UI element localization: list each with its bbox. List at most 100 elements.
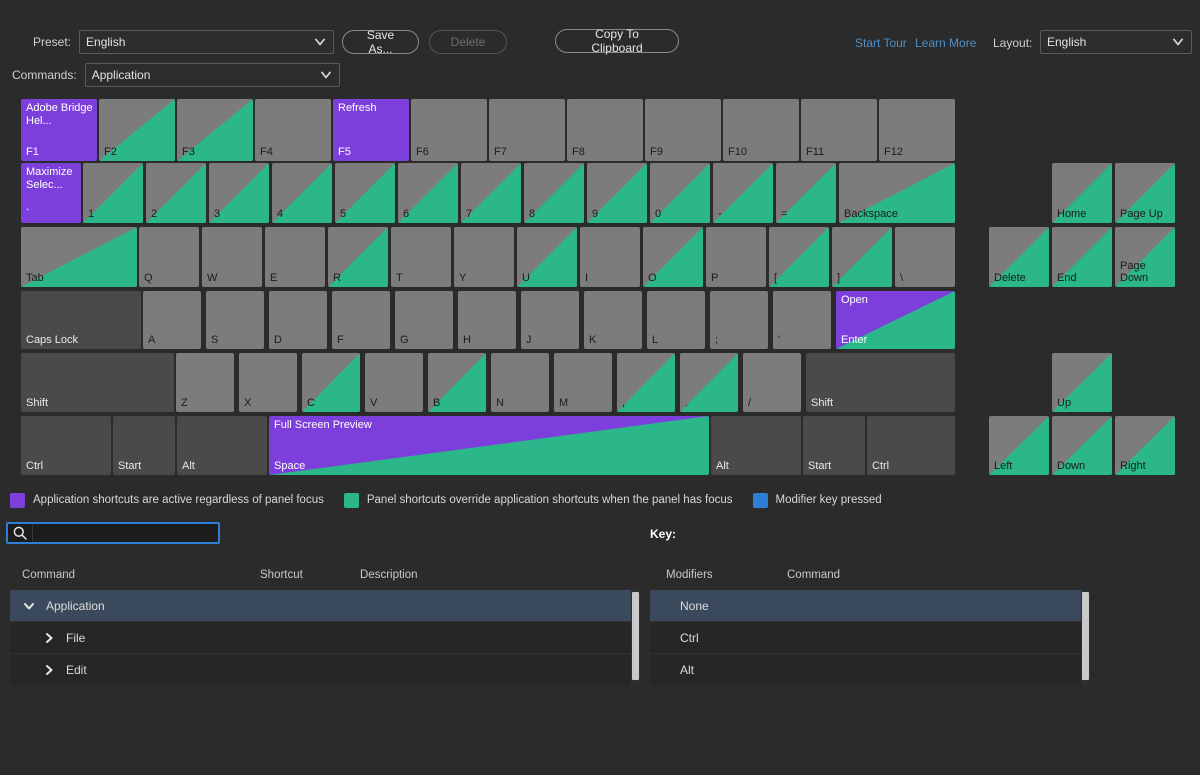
key-f3[interactable]: F3 [177,99,253,161]
key-f9[interactable]: F9 [645,99,721,161]
key-v[interactable]: V [365,353,423,412]
key-f6[interactable]: F6 [411,99,487,161]
key-[interactable]: = [776,163,836,223]
key-8[interactable]: 8 [524,163,584,223]
key-delete[interactable]: Delete [989,227,1049,287]
key-f4[interactable]: F4 [255,99,331,161]
list-item[interactable]: None [650,590,1090,622]
key-p[interactable]: P [706,227,766,287]
key-f1[interactable]: Adobe Bridge Hel...F1 [21,99,97,161]
key-t[interactable]: T [391,227,451,287]
key-9[interactable]: 9 [587,163,647,223]
key-[interactable]: , [617,353,675,412]
list-item[interactable]: Ctrl [650,622,1090,654]
key-w[interactable]: W [202,227,262,287]
key-f12[interactable]: F12 [879,99,955,161]
key-i[interactable]: I [580,227,640,287]
scrollbar-left[interactable] [631,590,640,685]
key-e[interactable]: E [265,227,325,287]
key-6[interactable]: 6 [398,163,458,223]
key-alt[interactable]: Alt [711,416,801,475]
key-backspace[interactable]: Backspace [839,163,955,223]
key-o[interactable]: O [643,227,703,287]
key-d[interactable]: D [269,291,327,349]
key-q[interactable]: Q [139,227,199,287]
key-5[interactable]: 5 [335,163,395,223]
chevron-down-icon[interactable] [22,599,36,613]
key-z[interactable]: Z [176,353,234,412]
key-home[interactable]: Home [1052,163,1112,223]
key-b[interactable]: B [428,353,486,412]
key-f2[interactable]: F2 [99,99,175,161]
key-page-down[interactable]: Page Down [1115,227,1175,287]
key-down[interactable]: Down [1052,416,1112,475]
key-[interactable]: - [713,163,773,223]
key-a[interactable]: A [143,291,201,349]
key-7[interactable]: 7 [461,163,521,223]
key-n[interactable]: N [491,353,549,412]
key-label: Ctrl [26,460,108,472]
legend-text-1: Panel shortcuts override application sho… [367,494,733,506]
key-f5[interactable]: RefreshF5 [333,99,409,161]
key-space[interactable]: Full Screen PreviewSpace [269,416,709,475]
key-left[interactable]: Left [989,416,1049,475]
key-2[interactable]: 2 [146,163,206,223]
key-c[interactable]: C [302,353,360,412]
key-[interactable]: . [680,353,738,412]
key-0[interactable]: 0 [650,163,710,223]
key-[interactable]: ] [832,227,892,287]
table-row[interactable]: Edit [10,654,640,685]
search-box[interactable] [6,522,220,544]
key-[interactable]: ; [710,291,768,349]
key-y[interactable]: Y [454,227,514,287]
key-3[interactable]: 3 [209,163,269,223]
key-u[interactable]: U [517,227,577,287]
key-alt[interactable]: Alt [177,416,267,475]
key-shift[interactable]: Shift [806,353,955,412]
key-f[interactable]: F [332,291,390,349]
scrollbar-right[interactable] [1081,590,1090,685]
key-k[interactable]: K [584,291,642,349]
key-start[interactable]: Start [803,416,865,475]
key-f7[interactable]: F7 [489,99,565,161]
table-row[interactable]: File [10,622,640,654]
key-f11[interactable]: F11 [801,99,877,161]
key-f8[interactable]: F8 [567,99,643,161]
key-label: Start [118,460,172,472]
key-ctrl[interactable]: Ctrl [21,416,111,475]
key-up[interactable]: Up [1052,353,1112,412]
key-s[interactable]: S [206,291,264,349]
key-g[interactable]: G [395,291,453,349]
key-tab[interactable]: Tab [21,227,137,287]
key-start[interactable]: Start [113,416,175,475]
scrollbar-thumb[interactable] [632,592,639,680]
key-[interactable]: / [743,353,801,412]
scrollbar-thumb[interactable] [1082,592,1089,680]
key-h[interactable]: H [458,291,516,349]
key-label: Start [808,460,862,472]
key-shift[interactable]: Shift [21,353,174,412]
key-right[interactable]: Right [1115,416,1175,475]
search-input[interactable] [32,525,218,541]
key-end[interactable]: End [1052,227,1112,287]
key-[interactable]: \ [895,227,955,287]
key-[interactable]: ' [773,291,831,349]
key-caps-lock[interactable]: Caps Lock [21,291,141,349]
key-[interactable]: Maximize Selec...` [21,163,81,223]
key-l[interactable]: L [647,291,705,349]
key-x[interactable]: X [239,353,297,412]
table-row[interactable]: Application [10,590,640,622]
key-m[interactable]: M [554,353,612,412]
chevron-right-icon[interactable] [42,663,56,677]
key-f10[interactable]: F10 [723,99,799,161]
key-r[interactable]: R [328,227,388,287]
key-j[interactable]: J [521,291,579,349]
key-1[interactable]: 1 [83,163,143,223]
list-item[interactable]: Alt [650,654,1090,685]
key-page-up[interactable]: Page Up [1115,163,1175,223]
chevron-right-icon[interactable] [42,631,56,645]
key-ctrl[interactable]: Ctrl [867,416,955,475]
key-4[interactable]: 4 [272,163,332,223]
key-enter[interactable]: OpenEnter [836,291,955,349]
key-[interactable]: [ [769,227,829,287]
